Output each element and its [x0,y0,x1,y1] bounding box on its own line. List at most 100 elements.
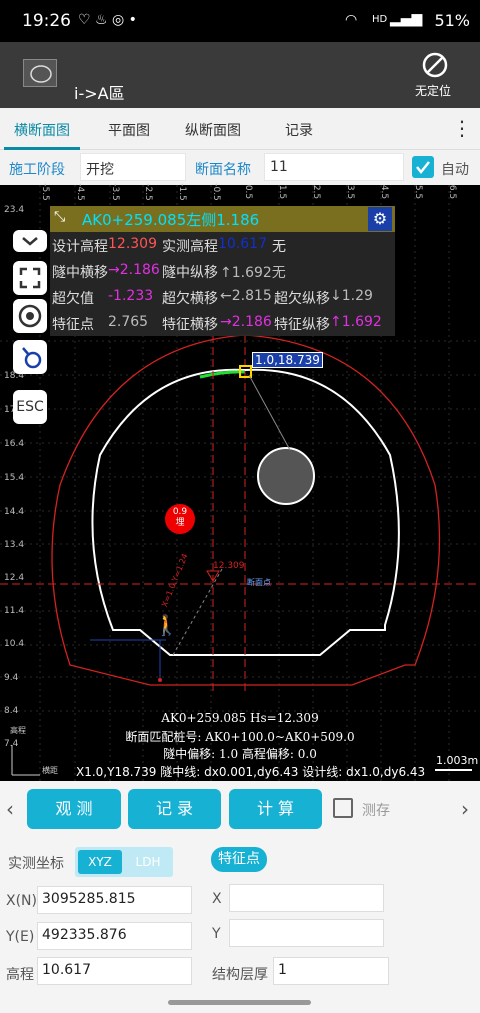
design-elev-value: 12.309 [108,236,157,252]
wifi-icon: ◠ [345,12,358,28]
y-label: Y [212,926,221,942]
notification-icons: ♡ ♨ ◎ • [78,12,137,28]
prev-arrow-icon[interactable]: ‹ [6,797,14,821]
tab-plan[interactable]: 平面图 [108,120,150,140]
section-name-field[interactable]: 11 [264,153,404,181]
info-panel: ⤡ AK0+259.085左侧1.186 ⚙ 设计高程 12.309 实测高程 … [50,206,395,336]
measure-tool-button[interactable] [13,340,47,374]
section-name-label: 断面名称 [195,162,251,178]
feature-label: 特征点 [52,317,94,333]
ruler-tick: 2.5 [311,184,322,200]
no-location-label: 无定位 [415,84,452,98]
store-checkbox[interactable] [333,798,353,818]
ruler-tick: 3.5 [345,184,356,200]
feature-h-value: →2.186 [220,314,272,330]
tunnel-v-label: 隧中纵移 [162,265,218,281]
canvas-info-3: 隧中偏移: 1.0 高程偏移: 0.0 [163,747,317,761]
stage-field[interactable]: 开挖 [80,153,186,181]
ldh-toggle[interactable]: LDH [126,850,170,874]
project-title: ⅰ->A區 [74,84,125,103]
point-label: 1.0,18.739 [252,352,323,368]
more-menu-icon[interactable]: ⋮ [452,116,472,140]
measured-elev-suffix: 无 [272,239,286,255]
xn-label: X(N) [6,893,37,909]
ruler-tick: 10.4 [4,639,25,649]
layer-label: 结构层厚 [212,967,268,983]
overunder-label: 超欠值 [52,291,94,307]
scale-label: 1.003m [436,754,479,767]
ruler-tick: -2.5 [142,183,153,201]
signal-icon: ▂▄▆ [390,11,423,27]
design-elev-label: 设计高程 [52,239,108,255]
canvas-info-2: 断面匹配桩号: AK0+100.0~AK0+509.0 [125,730,355,744]
next-arrow-icon[interactable]: › [461,797,469,821]
stage-bar: 施工阶段 开挖 断面名称 11 自动 [0,150,480,185]
marker-label: 0.9 埋 [172,507,188,528]
no-location-icon[interactable] [420,50,450,80]
ruler-tick: 0.5 [243,184,254,200]
coord-label: 实测坐标 [8,856,64,872]
feature-h-label: 特征横移 [162,317,218,333]
cross-section-canvas[interactable]: -5.5 -4.5 -3.5 -2.5 -1.5 -0.5 0.5 1.5 2.… [0,183,480,781]
observe-button[interactable]: 观 测 [27,789,121,829]
esc-button[interactable]: ESC [13,390,47,424]
tunnel-v-value: ↑1.692无 [220,265,286,281]
layer-field[interactable]: 1 [273,957,389,985]
xn-field[interactable]: 3095285.815 [37,886,192,914]
tab-cross-section[interactable]: 横断面图 [14,120,70,140]
status-bar: 19:26 ♡ ♨ ◎ • ◠ HD ▂▄▆ 51% [0,0,480,42]
y-field[interactable] [229,919,384,947]
axis-h-label: 横距 [42,766,58,775]
auto-checkbox[interactable] [412,156,434,178]
xyz-toggle[interactable]: XYZ [78,850,122,874]
fullscreen-button[interactable] [13,261,47,295]
elev-field[interactable]: 10.617 [37,957,192,985]
feature-badge[interactable]: 特征点 [211,847,267,872]
top-ruler: -5.5 -4.5 -3.5 -2.5 -1.5 -0.5 0.5 1.5 2.… [0,183,480,201]
ruler-tick: -1.5 [176,183,187,201]
stage-label: 施工阶段 [9,162,65,178]
ruler-tick: 1.5 [277,184,288,200]
ruler-tick: -5.5 [39,183,50,201]
feature-v-label: 特征纵移 [274,317,330,333]
ruler-tick: 12.4 [4,573,25,583]
elev-label: 12.309 [213,561,245,571]
ruler-tick: -3.5 [109,183,120,201]
ruler-tick: 23.4 [4,205,25,215]
x-field[interactable] [229,884,384,912]
measured-elev-value: 10.617 [218,236,267,252]
overunder-v-value: ↓1.29 [330,288,373,304]
network-type: HD [372,14,388,25]
ruler-tick: 13.4 [4,540,25,550]
ruler-tick: 11.4 [4,606,25,616]
ruler-tick: 16.4 [4,439,25,449]
locate-button[interactable] [13,299,47,333]
home-indicator [168,1000,311,1005]
x-label: X [212,891,222,907]
settings-icon[interactable]: ⚙ [368,207,392,231]
app-bar: ⅰ->A區 无定位 [0,42,480,108]
battery-level: 51% [434,11,470,30]
calc-button[interactable]: 计 算 [229,789,322,829]
overunder-value: -1.233 [108,288,154,304]
ruler-tick: 9.4 [4,673,19,683]
collapse-icon[interactable]: ⤡ [54,209,65,225]
record-button[interactable]: 记 录 [128,789,221,829]
tab-record[interactable]: 记录 [285,120,313,140]
tunnel-h-label: 隧中横移 [52,265,108,281]
status-time: 19:26 [22,11,71,31]
ruler-tick: 6.5 [447,184,458,200]
ruler-tick: 5.5 [413,184,424,200]
tab-longitudinal[interactable]: 纵断面图 [185,120,241,140]
tab-bar: 横断面图 平面图 纵断面图 记录 ⋮ [0,108,480,150]
canvas-info-4: X1.0,Y18.739 隧中线: dx0.001,dy6.43 设计线: dx… [76,765,426,779]
overunder-v-label: 超欠纵移 [274,291,330,307]
ruler-tick: 14.4 [4,507,25,517]
measured-elev-label: 实测高程 [162,239,218,255]
canvas-info-1: AK0+259.085 Hs=12.309 [161,711,319,725]
ye-field[interactable]: 492335.876 [37,922,192,950]
expand-down-button[interactable] [13,230,47,252]
bottom-panel: ‹ 观 测 记 录 计 算 测存 › 实测坐标 XYZ LDH 特征点 X(N)… [0,781,480,1013]
feature-value: 2.765 [108,314,149,330]
center-label: 断面点 [247,578,271,587]
